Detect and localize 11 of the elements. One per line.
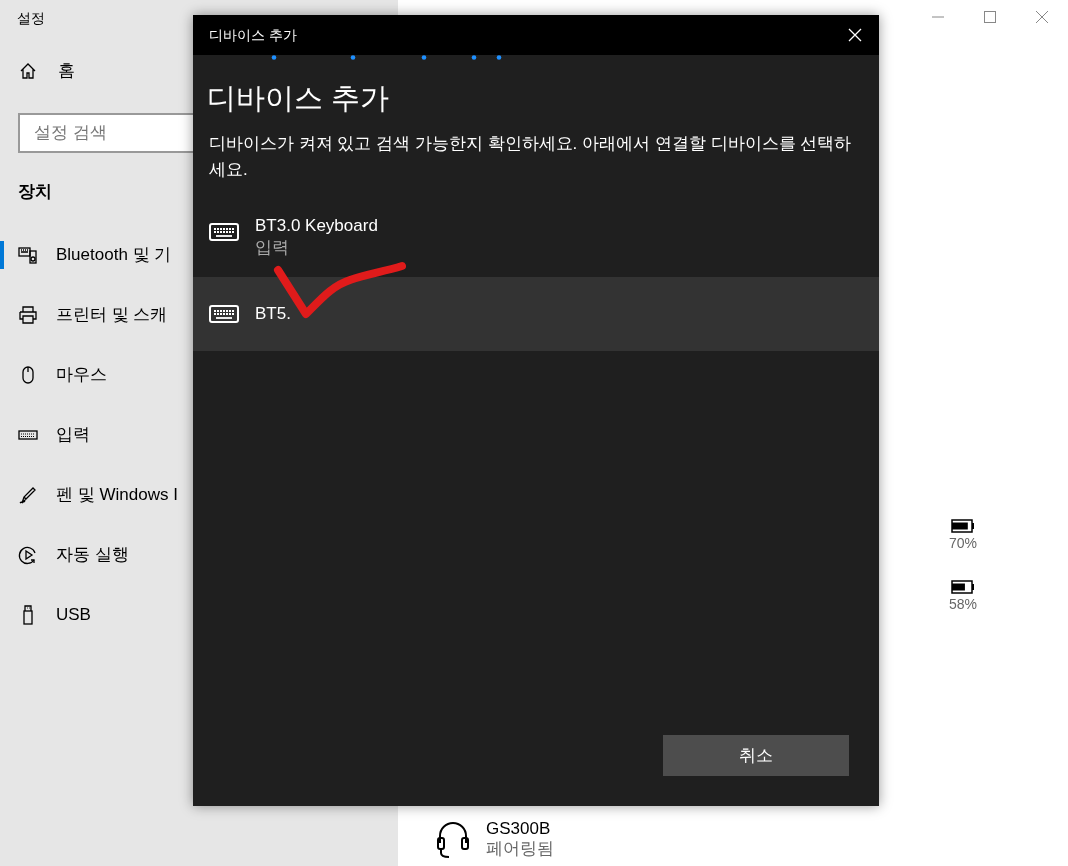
device-status: 페어링됨 (486, 839, 554, 859)
battery-level: 70% (949, 534, 977, 553)
device-type: 입력 (255, 236, 290, 259)
window-title: 설정 (16, 9, 46, 28)
dialog-heading: 디바이스 추가 (206, 81, 391, 116)
device-name: BT3.0 Keyboard (255, 214, 378, 237)
device-name: GS300B (486, 819, 552, 839)
device-name: BT5. (255, 302, 291, 325)
battery-level: 58% (949, 595, 977, 614)
dialog-title: 디바이스 추가 (209, 25, 297, 45)
section-heading: 장치 (18, 182, 52, 201)
